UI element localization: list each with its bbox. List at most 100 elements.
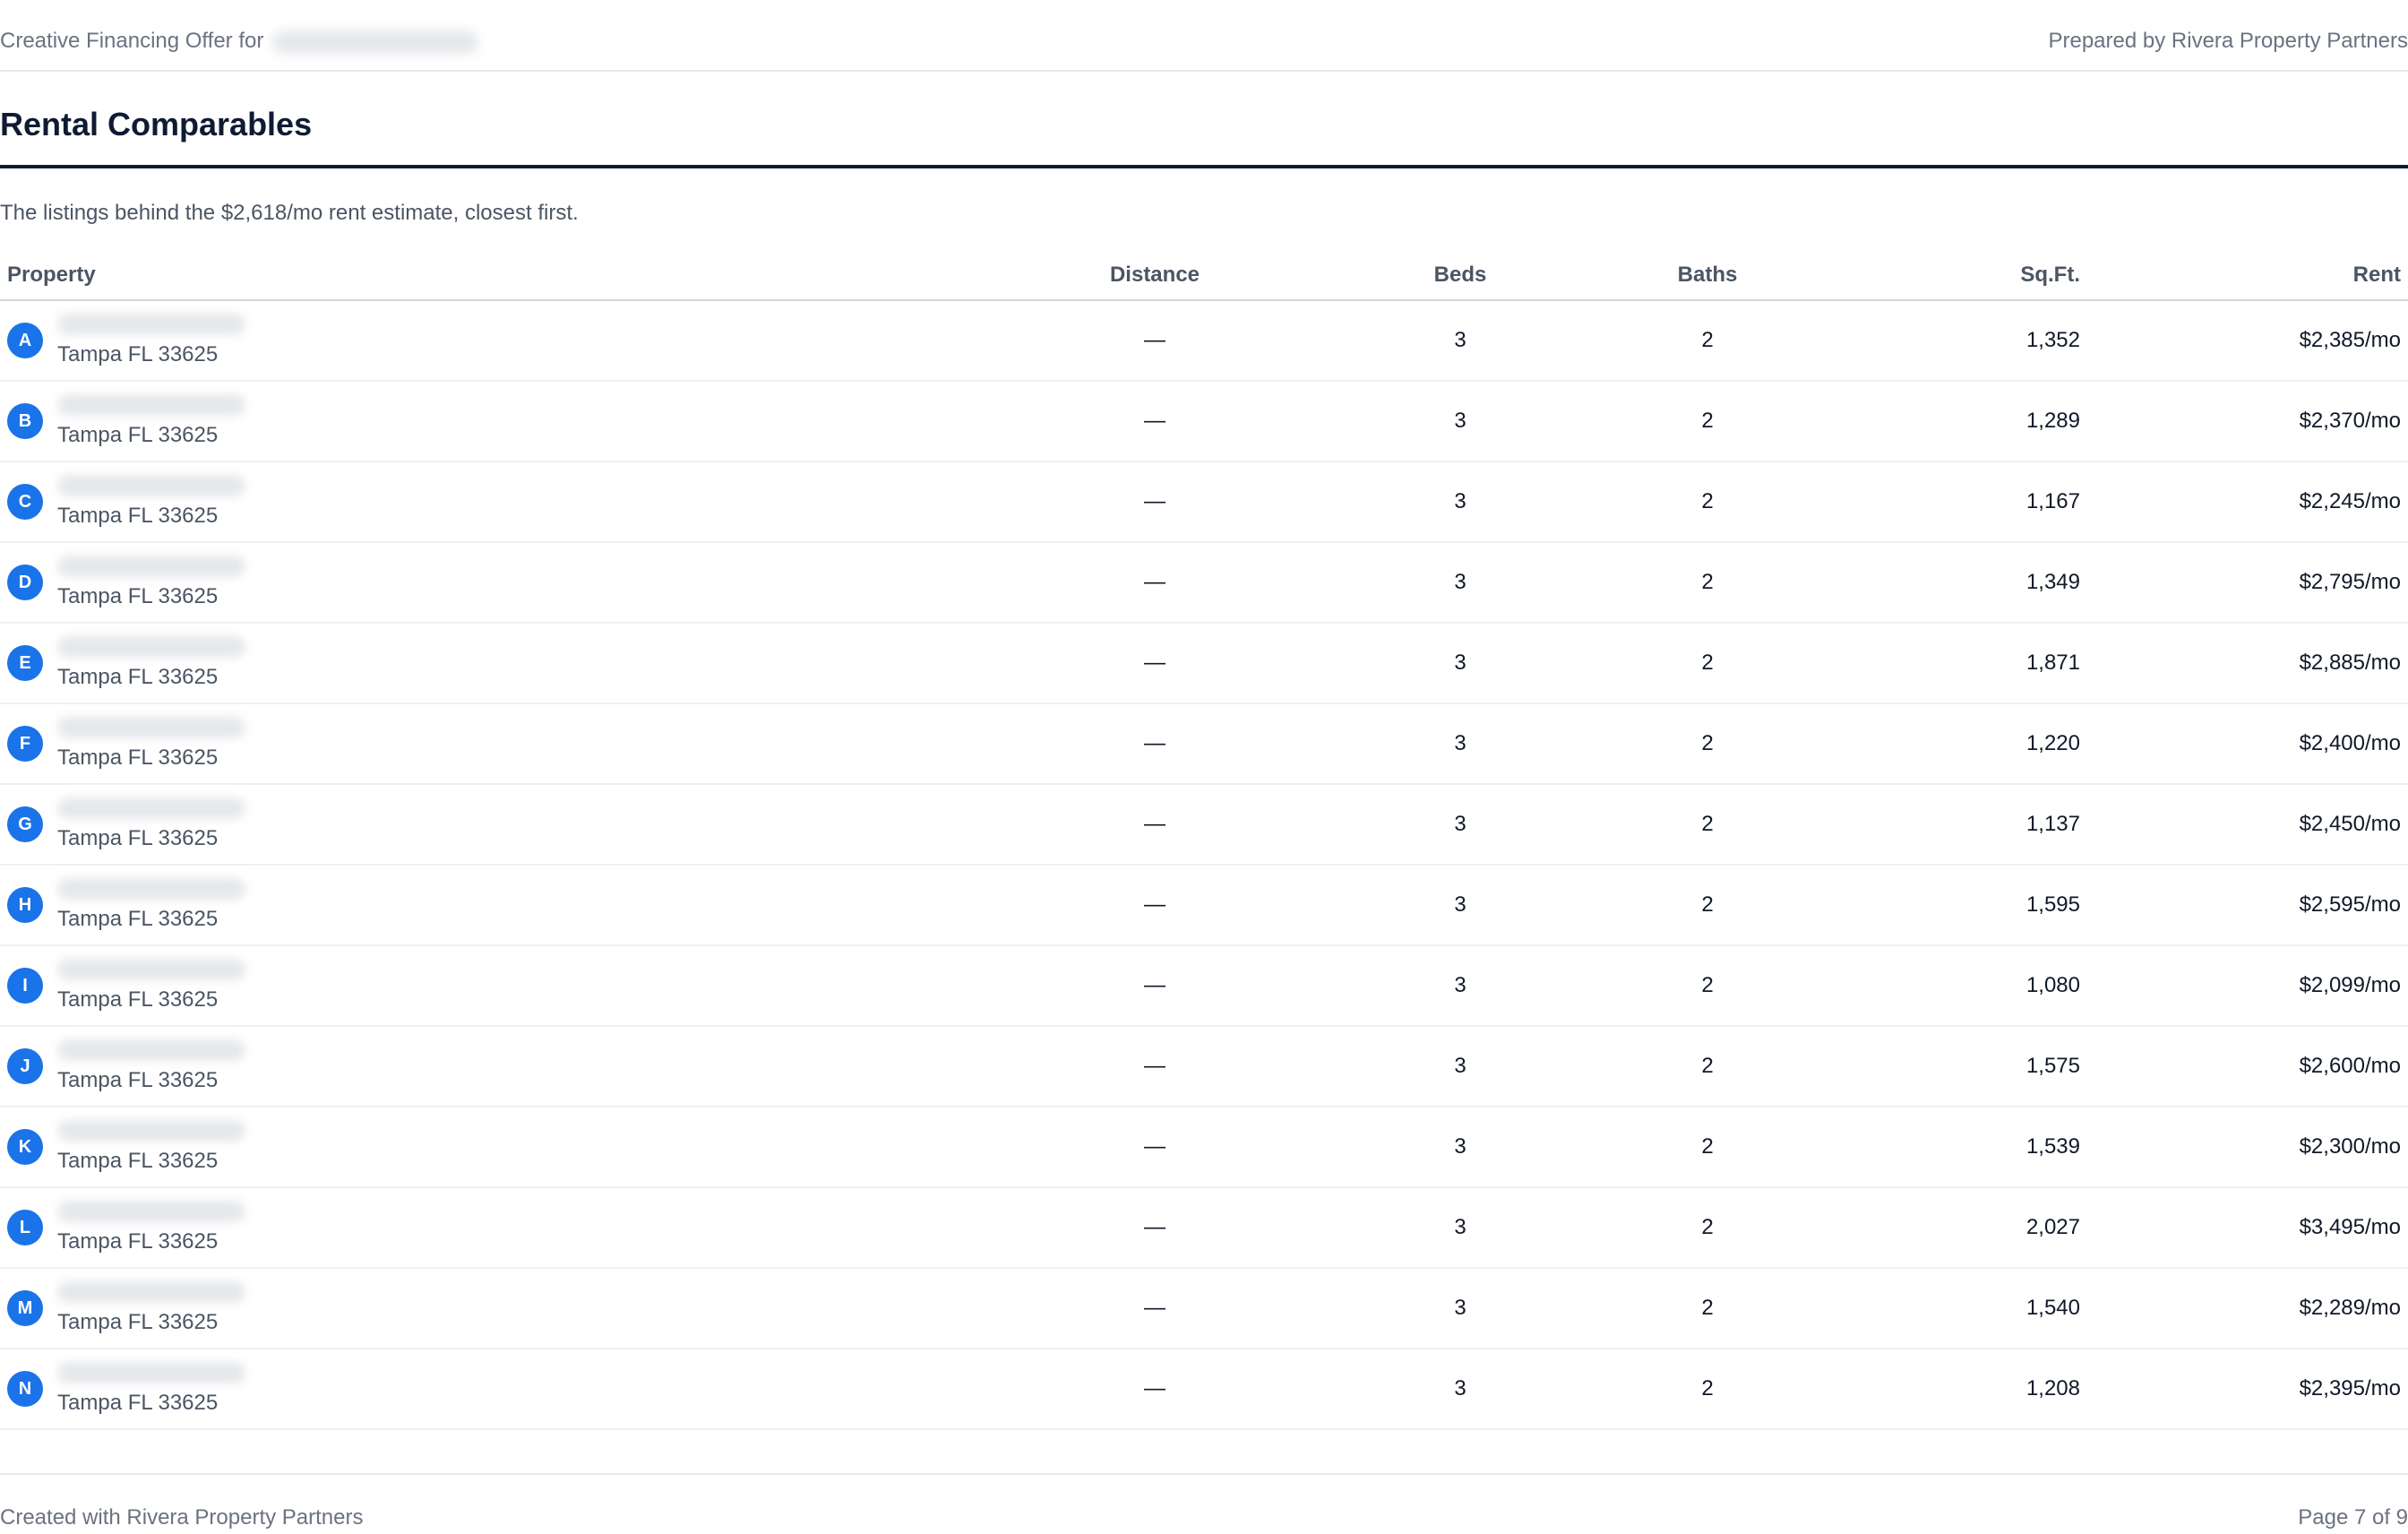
redacted-street-address	[57, 1039, 245, 1061]
property-info: B Tampa FL 33625	[7, 394, 993, 448]
baths-cell: 2	[1611, 784, 1804, 866]
property-address: Tampa FL 33625	[57, 314, 245, 367]
baths-cell: 2	[1611, 703, 1804, 785]
col-rent: Rent	[2087, 251, 2408, 301]
property-address: Tampa FL 33625	[57, 1362, 245, 1416]
beds-cell: 3	[1310, 300, 1611, 382]
comp-marker-badge: N	[7, 1371, 43, 1407]
redacted-street-address	[57, 717, 245, 738]
property-city: Tampa FL 33625	[57, 745, 219, 770]
section-subtitle: The listings behind the $2,618/mo rent e…	[0, 201, 579, 225]
distance-cell: —	[1000, 300, 1310, 382]
property-cell: H Tampa FL 33625	[0, 865, 1000, 946]
beds-cell: 3	[1310, 1107, 1611, 1188]
table-row: G Tampa FL 33625 —3 2 1,137 $2,450/mo	[0, 784, 2408, 866]
beds-cell: 3	[1310, 381, 1611, 462]
page-header: Creative Financing Offer for Prepared by…	[0, 0, 2408, 72]
property-cell: E Tampa FL 33625	[0, 623, 1000, 704]
redacted-street-address	[57, 636, 245, 658]
property-info: L Tampa FL 33625	[7, 1201, 993, 1254]
baths-cell: 2	[1611, 1026, 1804, 1107]
comp-marker-badge: J	[7, 1048, 43, 1084]
offer-heading: Creative Financing Offer for	[0, 29, 479, 54]
comp-marker-badge: G	[7, 806, 43, 842]
rent-cell: $2,600/mo	[2087, 1026, 2408, 1107]
rent-cell: $2,885/mo	[2087, 623, 2408, 704]
title-divider	[0, 165, 2408, 168]
property-info: G Tampa FL 33625	[7, 797, 993, 851]
distance-cell: —	[1000, 1349, 1310, 1430]
redacted-street-address	[57, 959, 245, 980]
beds-cell: 3	[1310, 865, 1611, 946]
col-baths: Baths	[1611, 251, 1804, 301]
distance-cell: —	[1000, 1107, 1310, 1188]
property-info: I Tampa FL 33625	[7, 959, 993, 1013]
rent-cell: $2,300/mo	[2087, 1107, 2408, 1188]
table-row: B Tampa FL 33625 —3 2 1,289 $2,370/mo	[0, 381, 2408, 462]
sqft-cell: 2,027	[1804, 1187, 2087, 1269]
redacted-street-address	[57, 1362, 245, 1383]
property-city: Tampa FL 33625	[57, 826, 219, 850]
baths-cell: 2	[1611, 1187, 1804, 1269]
col-property: Property	[0, 251, 1000, 301]
beds-cell: 3	[1310, 784, 1611, 866]
property-info: K Tampa FL 33625	[7, 1120, 993, 1174]
property-cell: C Tampa FL 33625	[0, 461, 1000, 543]
comp-marker-badge: H	[7, 887, 43, 923]
table-row: H Tampa FL 33625 —3 2 1,595 $2,595/mo	[0, 865, 2408, 946]
property-cell: F Tampa FL 33625	[0, 703, 1000, 785]
sqft-cell: 1,539	[1804, 1107, 2087, 1188]
baths-cell: 2	[1611, 1268, 1804, 1349]
redacted-property-address	[272, 30, 479, 54]
comp-marker-badge: E	[7, 645, 43, 681]
baths-cell: 2	[1611, 542, 1804, 624]
redacted-street-address	[57, 797, 245, 819]
beds-cell: 3	[1310, 1268, 1611, 1349]
baths-cell: 2	[1611, 945, 1804, 1027]
property-address: Tampa FL 33625	[57, 878, 245, 932]
property-info: A Tampa FL 33625	[7, 314, 993, 367]
distance-cell: —	[1000, 623, 1310, 704]
comp-marker-badge: D	[7, 564, 43, 600]
offer-label: Creative Financing Offer for	[0, 29, 264, 53]
comp-marker-badge: L	[7, 1210, 43, 1245]
distance-cell: —	[1000, 1268, 1310, 1349]
redacted-street-address	[57, 314, 245, 335]
comp-marker-badge: F	[7, 726, 43, 762]
prepared-by: Prepared by Rivera Property Partners	[2048, 29, 2408, 53]
property-cell: N Tampa FL 33625	[0, 1349, 1000, 1430]
baths-cell: 2	[1611, 623, 1804, 704]
property-city: Tampa FL 33625	[57, 1068, 219, 1092]
baths-cell: 2	[1611, 300, 1804, 382]
distance-cell: —	[1000, 381, 1310, 462]
property-address: Tampa FL 33625	[57, 475, 245, 529]
comp-marker-badge: B	[7, 403, 43, 439]
property-cell: G Tampa FL 33625	[0, 784, 1000, 866]
baths-cell: 2	[1611, 865, 1804, 946]
property-info: F Tampa FL 33625	[7, 717, 993, 771]
property-city: Tampa FL 33625	[57, 1229, 219, 1254]
comp-marker-badge: I	[7, 968, 43, 1004]
property-info: J Tampa FL 33625	[7, 1039, 993, 1093]
property-info: E Tampa FL 33625	[7, 636, 993, 690]
beds-cell: 3	[1310, 623, 1611, 704]
rent-cell: $2,795/mo	[2087, 542, 2408, 624]
beds-cell: 3	[1310, 945, 1611, 1027]
sqft-cell: 1,289	[1804, 381, 2087, 462]
distance-cell: —	[1000, 461, 1310, 543]
redacted-street-address	[57, 1120, 245, 1142]
property-address: Tampa FL 33625	[57, 1201, 245, 1254]
rent-cell: $3,495/mo	[2087, 1187, 2408, 1269]
property-address: Tampa FL 33625	[57, 959, 245, 1013]
col-distance: Distance	[1000, 251, 1310, 301]
sqft-cell: 1,595	[1804, 865, 2087, 946]
baths-cell: 2	[1611, 1107, 1804, 1188]
sqft-cell: 1,871	[1804, 623, 2087, 704]
section-title: Rental Comparables	[0, 106, 313, 142]
redacted-street-address	[57, 556, 245, 577]
property-cell: A Tampa FL 33625	[0, 300, 1000, 382]
footer-divider	[0, 1473, 2408, 1475]
property-address: Tampa FL 33625	[57, 1120, 245, 1174]
distance-cell: —	[1000, 945, 1310, 1027]
sqft-cell: 1,167	[1804, 461, 2087, 543]
